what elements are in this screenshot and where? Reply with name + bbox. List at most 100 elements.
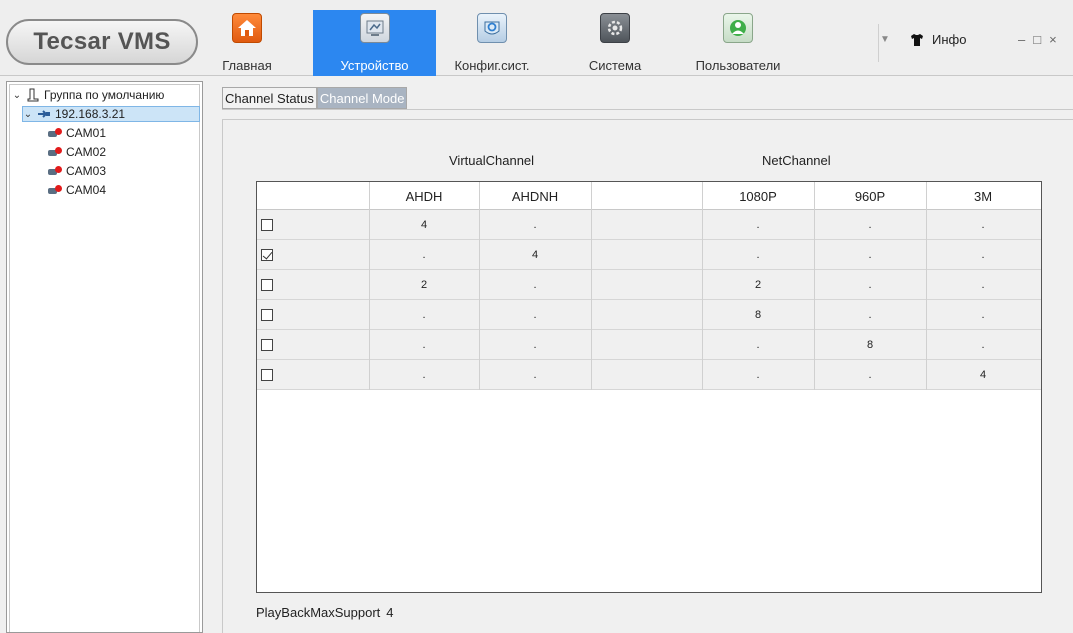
table-cell: 4 <box>979 369 987 381</box>
table-row[interactable]: . 4 . . . <box>257 240 1041 270</box>
column-header: AHDH <box>405 189 443 204</box>
config-icon <box>477 13 507 43</box>
table-cell: 4 <box>531 249 539 261</box>
table-cell: . <box>422 309 426 321</box>
table-header-row: AHDH AHDNH 1080P 960P 3M <box>257 182 1041 210</box>
row-checkbox[interactable] <box>261 279 273 291</box>
playback-label: PlayBackMaxSupport <box>256 605 381 620</box>
chevron-down-icon[interactable]: ▼ <box>880 34 892 46</box>
camera-label: CAM01 <box>66 126 107 140</box>
device-icon <box>359 13 390 43</box>
nav-home-label: Главная <box>222 58 272 73</box>
row-checkbox[interactable] <box>261 369 273 381</box>
column-header: 960P <box>854 189 886 204</box>
row-checkbox[interactable] <box>261 249 273 261</box>
window-controls: – □ × <box>1018 32 1057 47</box>
camera-label: CAM04 <box>66 183 107 197</box>
table-cell: . <box>756 249 760 261</box>
users-icon <box>723 13 753 43</box>
table-cell: . <box>422 339 426 351</box>
camera-icon <box>48 128 62 138</box>
tab-channel-mode[interactable]: Channel Mode <box>316 87 408 109</box>
system-gear-icon <box>600 13 630 43</box>
nav-system[interactable]: Система <box>585 10 645 76</box>
table-cell: . <box>981 219 985 231</box>
column-header: 3M <box>973 189 993 204</box>
home-icon <box>232 13 262 43</box>
header-divider <box>878 24 879 62</box>
camera-icon <box>48 166 62 176</box>
table-cell: . <box>422 249 426 261</box>
nav-users-label: Пользователи <box>695 58 781 73</box>
channel-mode-table: AHDH AHDNH 1080P 960P 3M 4 . . . . . 4 .… <box>256 181 1042 593</box>
minimize-button[interactable]: – <box>1018 32 1025 47</box>
close-button[interactable]: × <box>1049 32 1057 47</box>
info-button[interactable]: Инфо <box>910 32 966 47</box>
column-header: AHDNH <box>511 189 559 204</box>
table-row[interactable]: . . 8 . . <box>257 300 1041 330</box>
group-icon <box>27 88 39 102</box>
table-cell: 2 <box>420 279 428 291</box>
tree-group-default[interactable]: ⌄ Группа по умолчанию <box>12 87 165 103</box>
table-cell: . <box>981 339 985 351</box>
table-cell: 8 <box>866 339 874 351</box>
table-cell: . <box>868 219 872 231</box>
main-panel: Channel Status Channel Mode VirtualChann… <box>210 81 1073 633</box>
column-divider <box>702 182 703 390</box>
virtual-channel-heading: VirtualChannel <box>449 153 535 168</box>
table-cell: . <box>533 369 537 381</box>
table-cell: 4 <box>420 219 428 231</box>
table-cell: 2 <box>754 279 762 291</box>
tree-camera-item[interactable]: CAM04 <box>48 182 106 198</box>
column-divider <box>591 182 592 390</box>
info-label: Инфо <box>932 32 967 47</box>
nav-users[interactable]: Пользователи <box>693 10 783 76</box>
table-cell: . <box>981 279 985 291</box>
column-header: 1080P <box>739 189 777 204</box>
top-toolbar: Tecsar VMS Главная Устройство Конфиг.сис… <box>0 0 1073 76</box>
tab-channel-status[interactable]: Channel Status <box>222 87 317 109</box>
table-cell: . <box>868 369 872 381</box>
table-row[interactable]: . . . . 4 <box>257 360 1041 390</box>
camera-icon <box>48 185 62 195</box>
table-row[interactable]: 4 . . . . <box>257 210 1041 240</box>
column-divider <box>479 182 480 390</box>
chevron-down-icon[interactable]: ⌄ <box>23 109 33 120</box>
table-cell: . <box>981 249 985 261</box>
table-cell: . <box>533 279 537 291</box>
row-checkbox[interactable] <box>261 219 273 231</box>
chevron-down-icon[interactable]: ⌄ <box>12 90 22 101</box>
maximize-button[interactable]: □ <box>1033 32 1041 47</box>
playback-value: 4 <box>386 605 394 620</box>
net-channel-heading: NetChannel <box>762 153 831 168</box>
table-cell: . <box>533 339 537 351</box>
shirt-icon <box>911 33 923 46</box>
tree-camera-item[interactable]: CAM01 <box>48 125 106 141</box>
nav-config-label: Конфиг.сист. <box>454 58 530 73</box>
column-divider <box>814 182 815 390</box>
nav-device-label: Устройство <box>340 58 409 73</box>
table-cell: . <box>981 309 985 321</box>
camera-icon <box>48 147 62 157</box>
nav-device[interactable]: Устройство <box>313 10 436 76</box>
tree-camera-item[interactable]: CAM03 <box>48 163 106 179</box>
table-cell: . <box>756 369 760 381</box>
table-cell: . <box>533 219 537 231</box>
table-cell: . <box>756 339 760 351</box>
logo-text: Tecsar VMS <box>33 28 171 55</box>
table-cell: . <box>533 309 537 321</box>
app-logo: Tecsar VMS <box>6 19 198 65</box>
tree-camera-item[interactable]: CAM02 <box>48 144 106 160</box>
nav-home[interactable]: Главная <box>222 10 272 76</box>
table-cell: . <box>868 249 872 261</box>
device-link-icon <box>38 110 50 118</box>
table-row[interactable]: 2 . 2 . . <box>257 270 1041 300</box>
column-divider <box>369 182 370 390</box>
row-checkbox[interactable] <box>261 339 273 351</box>
tree-device-row[interactable]: ⌄ 192.168.3.21 <box>22 106 200 122</box>
nav-config[interactable]: Конфиг.сист. <box>452 10 532 76</box>
tree-group-label: Группа по умолчанию <box>44 88 165 102</box>
table-row[interactable]: . . . 8 . <box>257 330 1041 360</box>
row-checkbox[interactable] <box>261 309 273 321</box>
tab-bar: Channel Status Channel Mode <box>222 87 408 109</box>
